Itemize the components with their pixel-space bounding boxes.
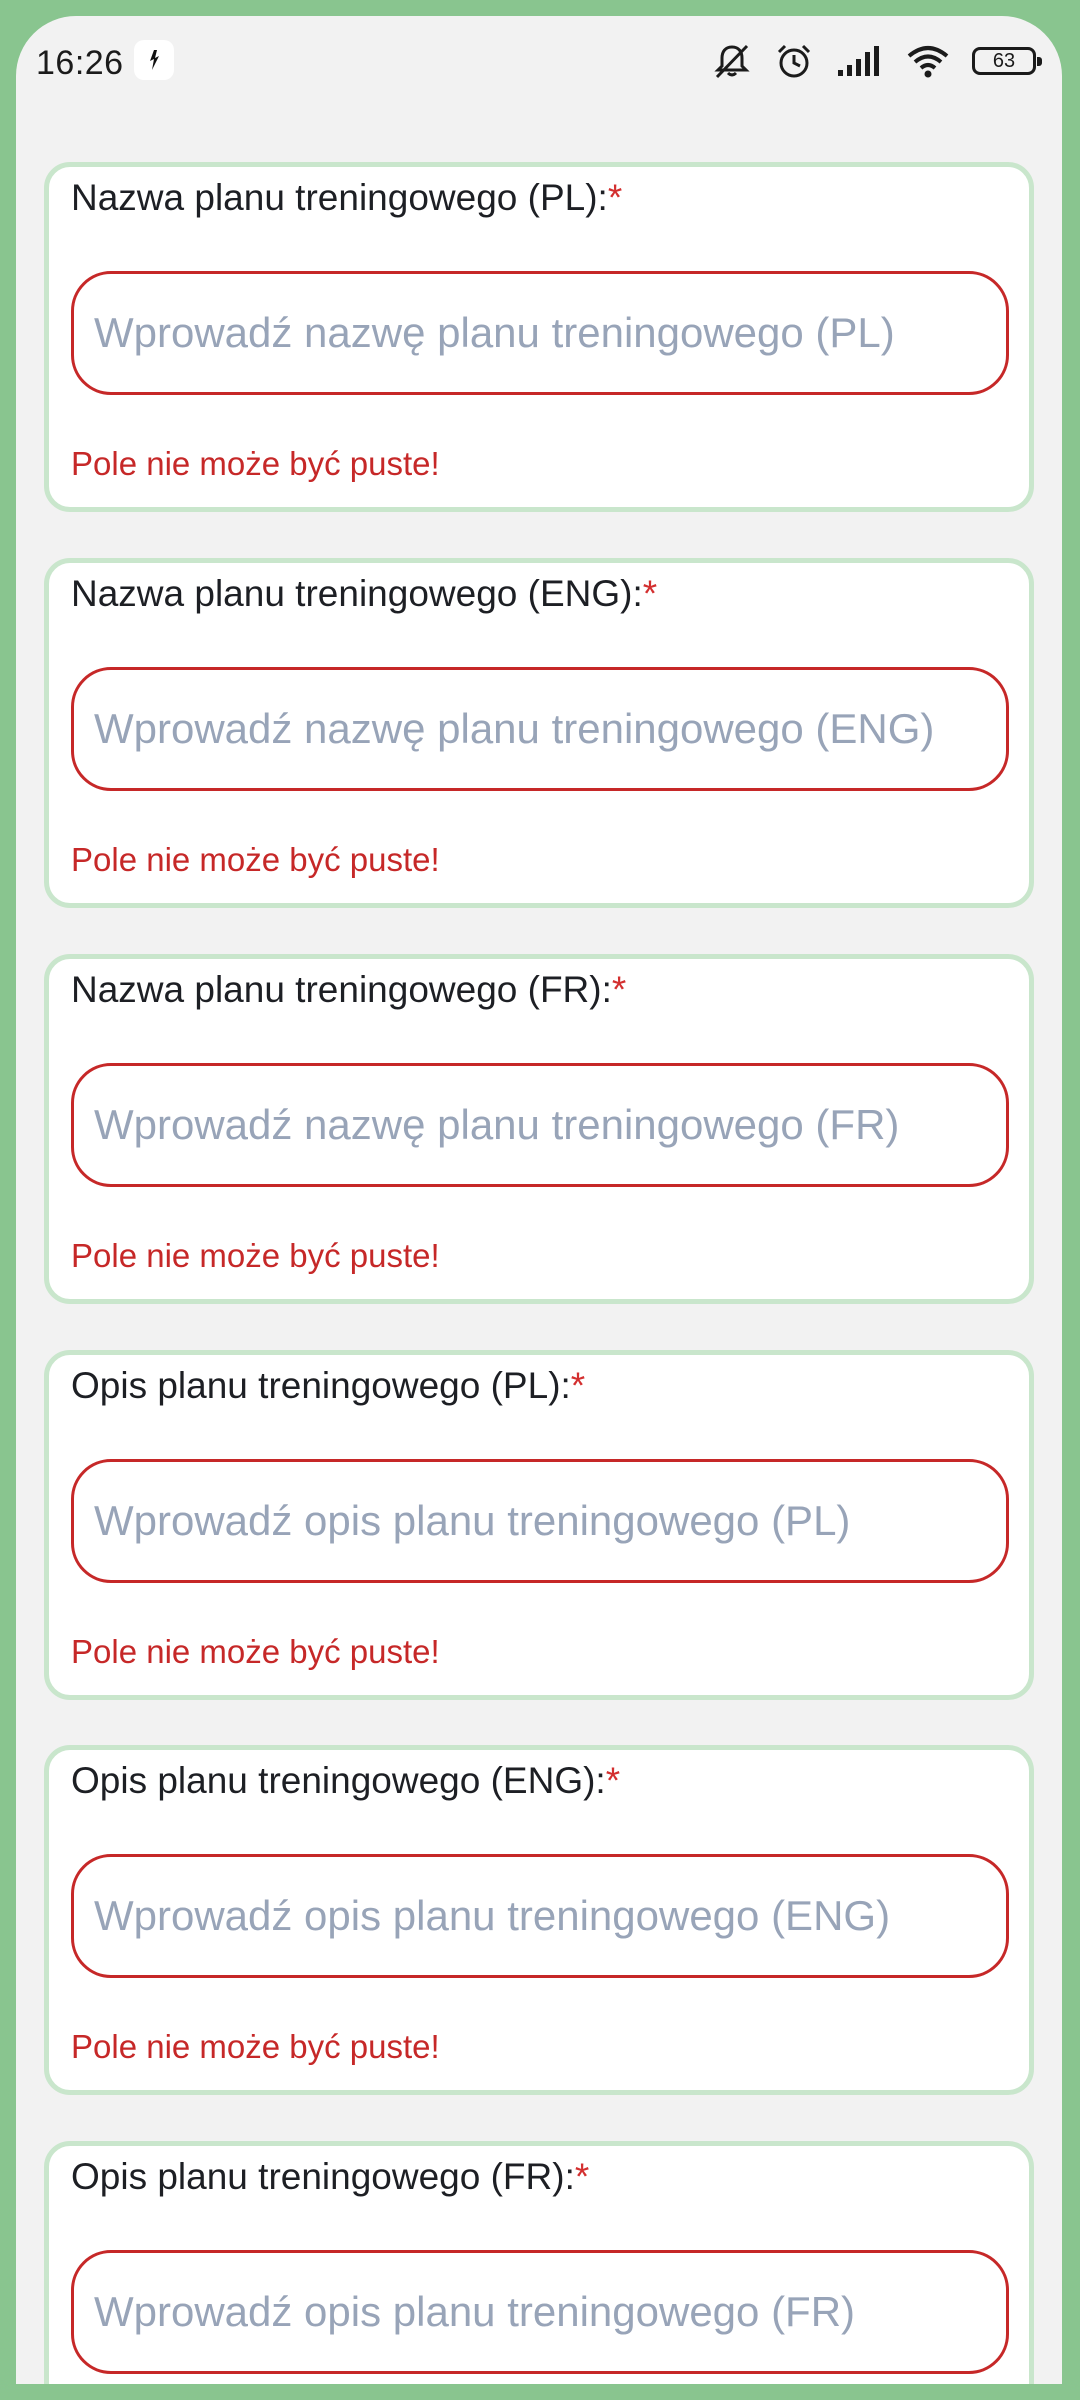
field-card-name-fr: Nazwa planu treningowego (FR):* Pole nie…: [44, 954, 1034, 1304]
name-fr-input[interactable]: [71, 1063, 1009, 1187]
field-card-description-eng: Opis planu treningowego (ENG):* Pole nie…: [44, 1745, 1034, 2095]
status-time: 16:26: [36, 44, 124, 82]
field-card-description-fr: Opis planu treningowego (FR):*: [44, 2141, 1034, 2384]
field-card-description-pl: Opis planu treningowego (PL):* Pole nie …: [44, 1350, 1034, 1700]
field-error-message: Pole nie może być puste!: [71, 841, 440, 878]
required-marker: *: [574, 2156, 590, 2197]
field-error-message: Pole nie może być puste!: [71, 2028, 440, 2065]
field-label: Opis planu treningowego (FR):*: [71, 2156, 589, 2198]
field-label-text: Opis planu treningowego (PL):: [71, 1365, 571, 1406]
field-label-text: Nazwa planu treningowego (PL):: [71, 177, 608, 218]
field-error-message: Pole nie może być puste!: [71, 445, 440, 482]
field-label-text: Opis planu treningowego (FR):: [71, 2156, 575, 2197]
name-eng-input[interactable]: [71, 667, 1009, 791]
field-label: Nazwa planu treningowego (PL):*: [71, 177, 622, 219]
required-marker: *: [611, 969, 627, 1010]
field-label: Opis planu treningowego (ENG):*: [71, 1760, 620, 1802]
field-label: Opis planu treningowego (PL):*: [71, 1365, 585, 1407]
field-label: Nazwa planu treningowego (FR):*: [71, 969, 626, 1011]
field-card-name-eng: Nazwa planu treningowego (ENG):* Pole ni…: [44, 558, 1034, 908]
field-card-name-pl: Nazwa planu treningowego (PL):* Pole nie…: [44, 162, 1034, 512]
mute-icon: [714, 44, 750, 79]
field-label: Nazwa planu treningowego (ENG):*: [71, 573, 657, 615]
status-bar: 16:26 63: [16, 16, 1062, 86]
status-icons: 63: [712, 36, 1042, 86]
description-eng-input[interactable]: [71, 1854, 1009, 1978]
app-notification-icon: [134, 40, 174, 80]
battery-level: 63: [992, 49, 1016, 72]
signal-icon: [838, 46, 879, 76]
name-pl-input[interactable]: [71, 271, 1009, 395]
app-screen: 16:26 63 Nazwa planu treningowego (PL):*…: [16, 16, 1062, 2384]
required-marker: *: [642, 573, 658, 614]
battery-icon: 63: [972, 47, 1042, 75]
field-error-message: Pole nie może być puste!: [71, 1633, 440, 1670]
required-marker: *: [605, 1760, 621, 1801]
field-label-text: Nazwa planu treningowego (ENG):: [71, 573, 643, 614]
wifi-icon: [907, 46, 949, 78]
field-label-text: Opis planu treningowego (ENG):: [71, 1760, 606, 1801]
description-pl-input[interactable]: [71, 1459, 1009, 1583]
alarm-icon: [777, 44, 811, 78]
required-marker: *: [607, 177, 623, 218]
field-error-message: Pole nie może być puste!: [71, 1237, 440, 1274]
required-marker: *: [570, 1365, 586, 1406]
description-fr-input[interactable]: [71, 2250, 1009, 2374]
field-label-text: Nazwa planu treningowego (FR):: [71, 969, 612, 1010]
